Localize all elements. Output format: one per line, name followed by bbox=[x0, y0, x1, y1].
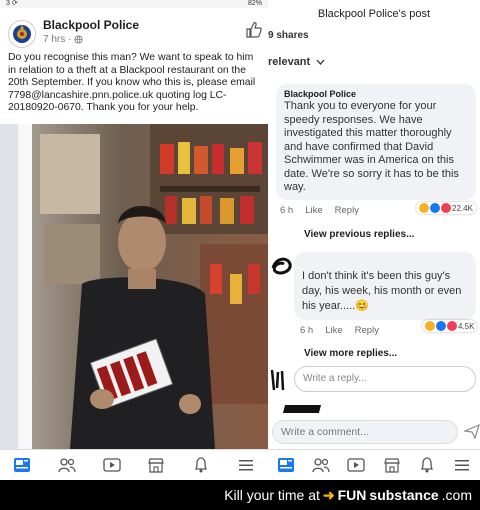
shares-count[interactable]: 9 shares bbox=[268, 30, 309, 41]
reaction-summary[interactable]: 4.5K bbox=[422, 320, 478, 332]
redacted-name bbox=[282, 405, 322, 413]
reaction-count: 22.4K bbox=[452, 203, 473, 213]
post-meta: 7 hrs · bbox=[43, 34, 83, 45]
brand-substance: substance bbox=[369, 487, 439, 503]
comment2-actions: 6 h Like Reply bbox=[300, 325, 379, 336]
comment-text: Thank you to everyone for your speedy re… bbox=[284, 100, 459, 193]
haha-reaction-icon bbox=[425, 321, 435, 331]
sort-label: relevant bbox=[268, 56, 311, 68]
post-panel: 3 ⟳ 82% Blackpool Police 7 hrs · Do you … bbox=[0, 0, 268, 480]
like-reaction-icon bbox=[430, 203, 440, 213]
reply-link[interactable]: Reply bbox=[335, 205, 359, 216]
friends-icon[interactable] bbox=[311, 455, 331, 475]
police-badge-icon bbox=[13, 25, 31, 43]
menu-icon[interactable] bbox=[236, 455, 256, 475]
reaction-count: 4.5K bbox=[458, 321, 475, 331]
comment-input[interactable]: Write a comment... bbox=[272, 420, 458, 444]
menu-icon[interactable] bbox=[452, 455, 472, 475]
reply-link[interactable]: Reply bbox=[355, 325, 379, 336]
watch-icon[interactable] bbox=[346, 455, 366, 475]
news-feed-icon[interactable] bbox=[276, 455, 296, 475]
screenshot-root: 3 ⟳ 82% Blackpool Police 7 hrs · Do you … bbox=[0, 0, 480, 510]
footer-text: Kill your time at bbox=[224, 487, 320, 503]
reaction-summary[interactable]: 22.4K bbox=[416, 202, 476, 214]
like-reaction-icon bbox=[436, 321, 446, 331]
watch-icon[interactable] bbox=[102, 455, 122, 475]
battery-status: 82% bbox=[247, 0, 262, 7]
notifications-bell-icon[interactable] bbox=[417, 455, 437, 475]
post-body: Do you recognise this man? We want to sp… bbox=[8, 52, 256, 113]
signal-status: 3 ⟳ bbox=[6, 0, 18, 7]
sort-dropdown[interactable]: relevant bbox=[268, 56, 325, 68]
news-feed-icon[interactable] bbox=[12, 455, 32, 475]
redacted-avatar bbox=[271, 257, 292, 275]
like-thumb-icon[interactable] bbox=[244, 20, 264, 45]
reply-input[interactable]: Write a reply... bbox=[294, 366, 476, 392]
page-name[interactable]: Blackpool Police bbox=[43, 18, 139, 32]
status-bar: 3 ⟳ 82% bbox=[0, 0, 268, 8]
view-more-replies[interactable]: View more replies... bbox=[304, 348, 397, 359]
funsubstance-logo-icon: ➜ bbox=[322, 486, 335, 503]
friends-icon[interactable] bbox=[57, 455, 77, 475]
bottom-nav-left bbox=[0, 449, 268, 480]
brand-domain: .com bbox=[441, 487, 472, 503]
comment-author[interactable]: Blackpool Police bbox=[284, 89, 468, 99]
like-link[interactable]: Like bbox=[305, 205, 322, 216]
post-header: Blackpool Police 7 hrs · bbox=[0, 12, 268, 52]
post-time: 7 hrs · bbox=[43, 34, 72, 45]
marketplace-icon[interactable] bbox=[382, 455, 402, 475]
view-previous-replies[interactable]: View previous replies... bbox=[304, 229, 414, 240]
haha-reaction-icon bbox=[419, 203, 429, 213]
comment-time: 6 h bbox=[300, 325, 314, 336]
bottom-nav-right bbox=[268, 449, 480, 480]
comment1-actions: 6 h Like Reply bbox=[280, 205, 359, 216]
comment-bubble-reply: I don't think it's been this guy's day, … bbox=[294, 252, 476, 320]
notifications-bell-icon[interactable] bbox=[191, 455, 211, 475]
love-reaction-icon bbox=[441, 203, 451, 213]
redacted-avatar bbox=[270, 369, 285, 391]
love-reaction-icon bbox=[447, 321, 457, 331]
cctv-photo[interactable] bbox=[0, 124, 268, 449]
brand-fun: FUN bbox=[337, 487, 367, 503]
police-badge-avatar[interactable] bbox=[8, 20, 36, 48]
comment-bubble-police: Blackpool Police Thank you to everyone f… bbox=[276, 84, 476, 200]
comments-title: Blackpool Police's post bbox=[317, 8, 431, 20]
comments-panel: Blackpool Police's post 9 shares relevan… bbox=[268, 0, 480, 480]
chevron-down-icon bbox=[316, 59, 325, 65]
comment-time: 6 h bbox=[280, 205, 294, 216]
like-link[interactable]: Like bbox=[325, 325, 342, 336]
send-icon[interactable] bbox=[462, 423, 480, 444]
marketplace-icon[interactable] bbox=[146, 455, 166, 475]
funsubstance-footer: Kill your time at ➜ FUN substance .com bbox=[0, 480, 480, 510]
globe-icon bbox=[74, 35, 83, 44]
comment-text: I don't think it's been this guy's day, … bbox=[302, 270, 462, 312]
